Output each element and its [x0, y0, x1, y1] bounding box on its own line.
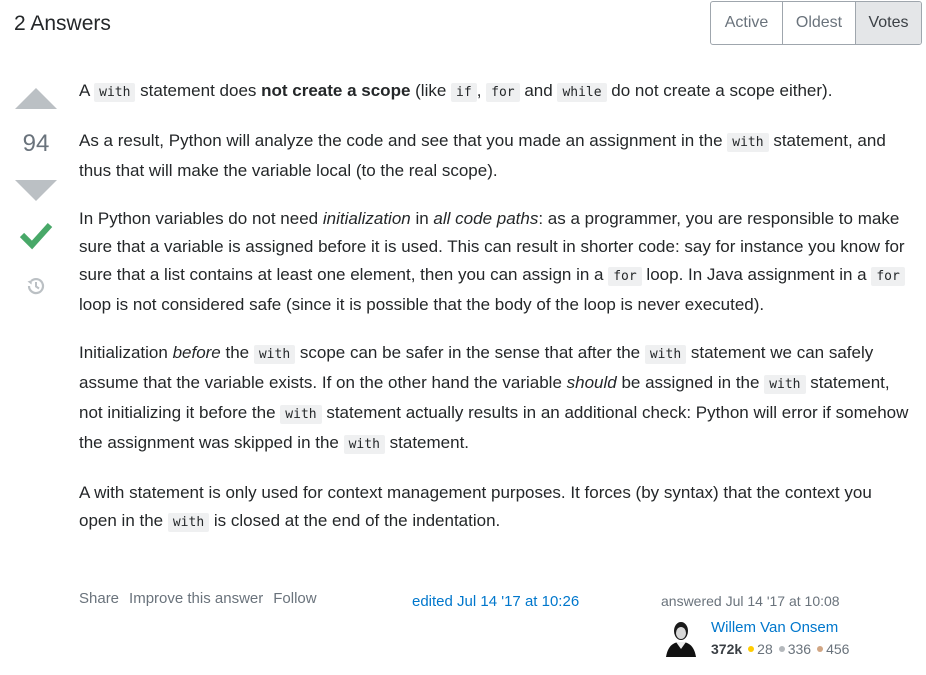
user-stats: 372k 28 336 456 — [711, 641, 855, 657]
bold-text: not create a scope — [261, 81, 411, 100]
vote-count: 94 — [22, 130, 50, 157]
user-name-link[interactable]: Willem Van Onsem — [711, 619, 838, 636]
text: scope can be safer in the sense that aft… — [295, 343, 645, 362]
answer-paragraph: As a result, Python will analyze the cod… — [79, 127, 909, 185]
text: A — [79, 81, 95, 100]
answered-timestamp: answered Jul 14 '17 at 10:08 — [661, 593, 840, 609]
inline-code: for — [608, 267, 642, 286]
silver-badge-count: 336 — [787, 641, 812, 657]
share-link[interactable]: Share — [79, 590, 119, 607]
gold-badges: 28 — [748, 641, 773, 657]
inline-code: if — [451, 83, 477, 102]
follow-link[interactable]: Follow — [273, 590, 316, 607]
text: loop. In Java assignment in a — [641, 265, 872, 284]
italic-text: all code paths — [433, 209, 539, 228]
answer-paragraph: A with statement is only used for contex… — [79, 479, 909, 537]
downvote-arrow-icon[interactable] — [15, 180, 57, 201]
inline-code: with — [167, 513, 210, 532]
text: statement. — [384, 433, 470, 452]
answer-paragraph: A with statement does not create a scope… — [79, 77, 909, 107]
text: is closed at the end of the indentation. — [209, 511, 501, 530]
inline-code: with — [253, 345, 296, 364]
text: do not create a scope either). — [606, 81, 833, 100]
bronze-badges: 456 — [817, 641, 849, 657]
post-menu: Share Improve this answer Follow — [79, 590, 327, 607]
bronze-badge-icon — [817, 646, 824, 652]
sort-tab-active[interactable]: Active — [711, 2, 783, 44]
text: (like — [410, 81, 452, 100]
user-avatar[interactable] — [662, 618, 701, 657]
text: , — [476, 81, 487, 100]
text: and — [519, 81, 558, 100]
bronze-badge-count: 456 — [826, 641, 850, 657]
inline-code: with — [94, 83, 136, 102]
silver-badges: 336 — [778, 641, 812, 657]
answer-paragraph: Initialization before the with scope can… — [79, 339, 909, 459]
sort-tabs: Active Oldest Votes — [710, 1, 922, 45]
text: the — [220, 343, 254, 362]
sort-tab-oldest[interactable]: Oldest — [783, 2, 856, 44]
text: loop is not considered safe (since it is… — [79, 295, 765, 314]
italic-text: initialization — [322, 209, 411, 228]
text: be assigned in the — [616, 373, 765, 392]
text: in — [410, 209, 434, 228]
silver-badge-icon — [778, 646, 785, 652]
inline-code: with — [343, 435, 385, 454]
answer-body: A with statement does not create a scope… — [79, 77, 909, 557]
inline-code: for — [871, 267, 905, 286]
sort-tab-votes[interactable]: Votes — [856, 2, 921, 44]
inline-code: with — [764, 375, 806, 394]
gold-badge-icon — [748, 646, 755, 652]
text: In Python variables do not need — [79, 209, 323, 228]
inline-code: for — [486, 83, 520, 102]
answers-count-title: 2 Answers — [14, 12, 111, 35]
edited-timestamp-link[interactable]: edited Jul 14 '17 at 10:26 — [412, 593, 579, 610]
reputation-score: 372k — [711, 641, 743, 657]
italic-text: should — [566, 373, 617, 392]
improve-answer-link[interactable]: Improve this answer — [129, 590, 263, 607]
upvote-arrow-icon[interactable] — [15, 88, 57, 109]
inline-code: while — [557, 83, 607, 102]
inline-code: with — [727, 133, 769, 152]
text: statement does — [135, 81, 262, 100]
text: Initialization — [79, 343, 173, 362]
inline-code: with — [280, 405, 322, 424]
accepted-checkmark-icon — [19, 222, 53, 250]
inline-code: with — [644, 345, 687, 364]
text: As a result, Python will analyze the cod… — [79, 131, 728, 150]
answer-paragraph: In Python variables do not need initiali… — [79, 205, 909, 319]
italic-text: before — [172, 343, 221, 362]
gold-badge-count: 28 — [757, 641, 773, 657]
history-icon[interactable] — [24, 274, 48, 298]
